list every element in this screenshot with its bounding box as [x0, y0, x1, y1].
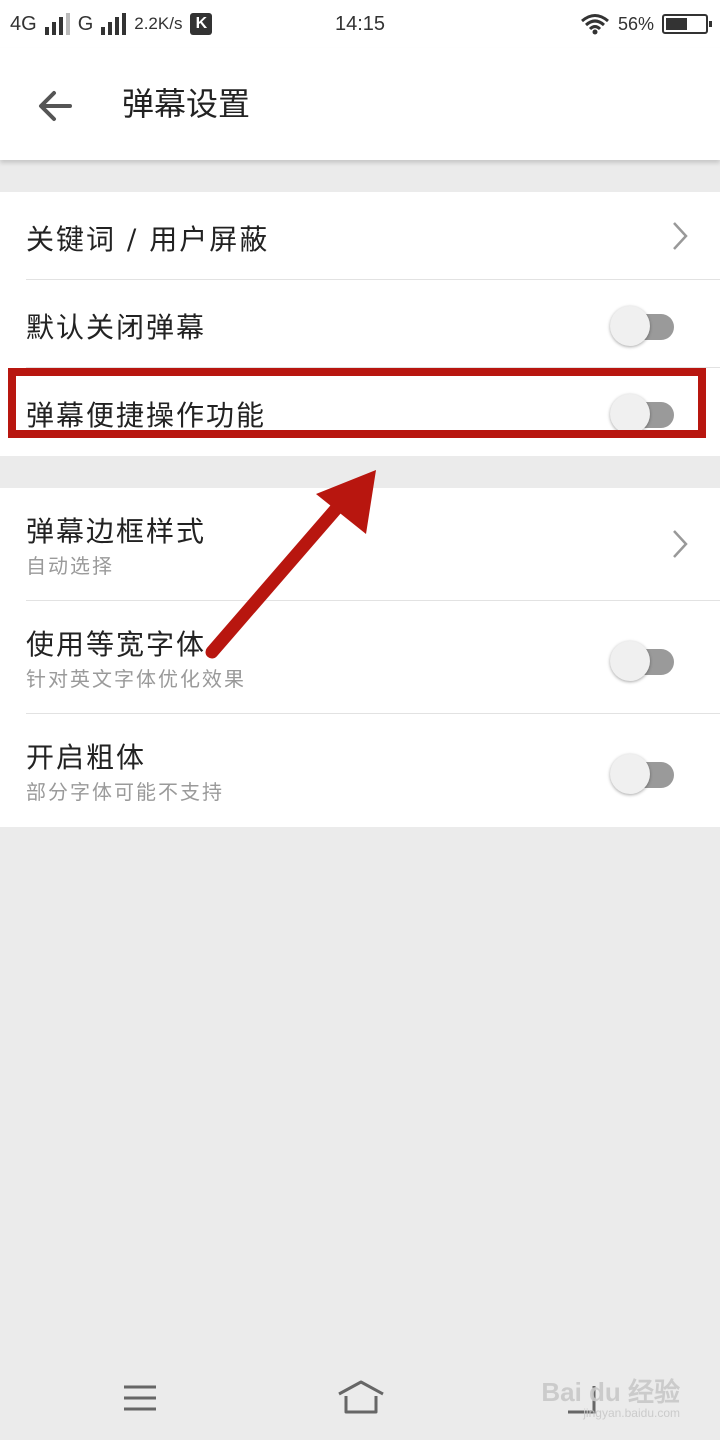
- system-nav-bar: Bai du 经验 jingyan.baidu.com: [0, 1352, 720, 1440]
- highlight-annotation-box: [8, 368, 706, 438]
- monospace-toggle[interactable]: [610, 639, 674, 681]
- toggle-knob: [610, 754, 650, 794]
- chevron-right-icon: [673, 222, 688, 250]
- setting-title: 弹幕边框样式: [26, 515, 207, 548]
- chevron-right-icon: [673, 530, 688, 558]
- toggle-knob: [610, 306, 650, 346]
- setting-title: 默认关闭弹幕: [26, 311, 207, 344]
- back-arrow-icon[interactable]: [34, 84, 78, 128]
- settings-group-style: 弹幕边框样式 自动选择 使用等宽字体 针对英文字体优化效果 开启粗体 部分字体可…: [0, 488, 720, 827]
- setting-row-border-style[interactable]: 弹幕边框样式 自动选择: [0, 488, 720, 601]
- bold-toggle[interactable]: [610, 752, 674, 794]
- watermark-logo: Bai du 经验: [541, 1377, 680, 1407]
- setting-subtitle: 自动选择: [26, 554, 114, 578]
- menu-icon[interactable]: [122, 1384, 158, 1412]
- setting-title: 开启粗体: [26, 741, 147, 774]
- setting-subtitle: 部分字体可能不支持: [26, 780, 224, 804]
- wifi-icon: [581, 14, 609, 35]
- setting-row-bold: 开启粗体 部分字体可能不支持: [0, 714, 720, 827]
- setting-row-monospace: 使用等宽字体 针对英文字体优化效果: [0, 601, 720, 714]
- app-toolbar: 弹幕设置: [0, 48, 720, 160]
- page-title: 弹幕设置: [122, 85, 251, 123]
- status-bar: 4G G 2.2K/s K 14:15 56%: [0, 0, 720, 48]
- setting-title: 使用等宽字体: [26, 628, 207, 661]
- setting-row-keyword-block[interactable]: 关键词 / 用户屏蔽: [0, 192, 720, 280]
- battery-icon: [662, 14, 712, 34]
- battery-level-fill: [666, 18, 687, 30]
- setting-row-default-off: 默认关闭弹幕: [0, 280, 720, 368]
- setting-subtitle: 针对英文字体优化效果: [26, 667, 246, 691]
- default-off-toggle[interactable]: [610, 304, 674, 346]
- battery-percent: 56%: [617, 13, 654, 34]
- home-icon[interactable]: [336, 1378, 386, 1418]
- watermark-url: jingyan.baidu.com: [583, 1406, 680, 1420]
- setting-title: 关键词 / 用户屏蔽: [26, 223, 270, 256]
- toggle-knob: [610, 641, 650, 681]
- status-right: 56%: [580, 0, 712, 48]
